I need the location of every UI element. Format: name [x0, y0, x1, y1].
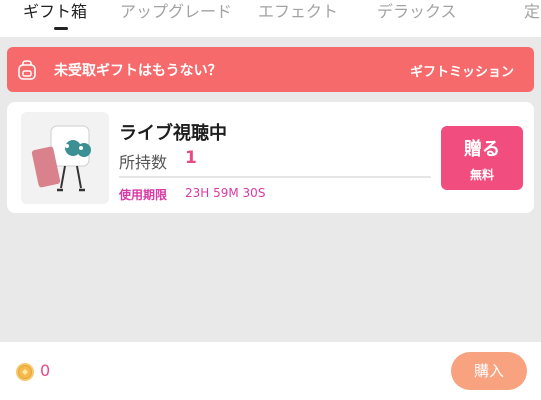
- active-tab-indicator: [54, 27, 68, 30]
- tab-bar: ギフト箱 アップグレード エフェクト デラックス 定: [0, 0, 541, 37]
- gift-mission-link[interactable]: ギフトミッション: [410, 61, 514, 80]
- backpack-icon: [18, 60, 36, 80]
- expiry-countdown: 23H 59M 30S: [185, 186, 266, 200]
- gift-character-image: [31, 125, 91, 192]
- send-gift-button[interactable]: 贈る 無料: [441, 126, 523, 190]
- coin-balance: 0: [40, 361, 51, 380]
- gift-name: ライブ視聴中: [119, 123, 227, 144]
- footer-bar: 0 購入: [0, 342, 541, 400]
- divider: [119, 176, 431, 178]
- tab-effect[interactable]: エフェクト: [258, 0, 338, 26]
- tab-more[interactable]: 定: [524, 0, 540, 26]
- gift-card: ライブ視聴中 所持数 1 使用期限 23H 59M 30S 贈る 無料: [7, 102, 534, 213]
- expiry-label: 使用期限: [119, 188, 168, 202]
- tab-gift-box[interactable]: ギフト箱: [23, 0, 87, 26]
- send-label: 贈る: [464, 139, 500, 160]
- gift-thumbnail: [21, 112, 109, 204]
- owned-label: 所持数: [119, 153, 168, 172]
- owned-count: 1: [185, 148, 197, 168]
- send-free-label: 無料: [469, 168, 494, 182]
- banner-message: 未受取ギフトはもうない？: [54, 63, 222, 79]
- gift-mission-banner[interactable]: 未受取ギフトはもうない？ ギフトミッション: [7, 47, 534, 92]
- tab-deluxe[interactable]: デラックス: [377, 0, 457, 26]
- buy-button[interactable]: 購入: [451, 352, 527, 390]
- coin-icon: [16, 363, 34, 381]
- tab-upgrade[interactable]: アップグレード: [120, 0, 232, 26]
